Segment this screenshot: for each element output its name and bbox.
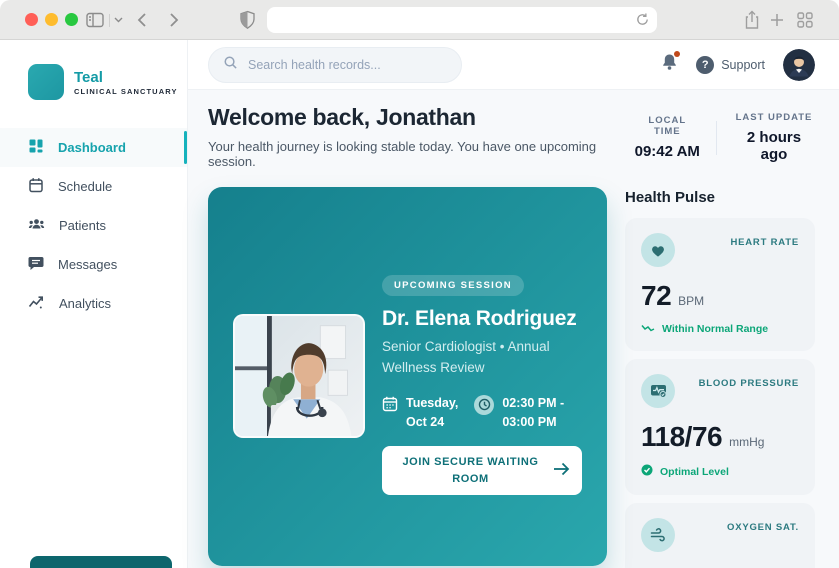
browser-chrome bbox=[0, 0, 839, 40]
trend-icon bbox=[641, 323, 655, 335]
session-date: Tuesday, Oct 24 bbox=[382, 394, 458, 432]
sidebar-item-label: Schedule bbox=[58, 179, 113, 194]
start-consultation-button[interactable]: Start Consultation bbox=[30, 556, 172, 568]
back-button[interactable] bbox=[137, 12, 147, 28]
logo-subtitle: CLINICAL SANCTUARY bbox=[74, 86, 178, 96]
sidebar-item-analytics[interactable]: Analytics bbox=[0, 284, 187, 323]
app-logo: Teal CLINICAL SANCTUARY bbox=[0, 40, 187, 104]
health-pulse-title: Health Pulse bbox=[625, 189, 716, 206]
join-waiting-room-button[interactable]: JOIN SECURE WAITING ROOM bbox=[382, 446, 582, 496]
share-icon[interactable] bbox=[744, 10, 760, 30]
search-icon bbox=[223, 55, 238, 75]
sidebar-item-schedule[interactable]: Schedule bbox=[0, 167, 187, 206]
sidebar-item-patients[interactable]: Patients bbox=[0, 206, 187, 245]
session-time-text: 02:30 PM -03:00 PM bbox=[502, 395, 565, 429]
shield-icon[interactable] bbox=[239, 10, 256, 30]
heart-icon bbox=[641, 233, 675, 267]
notification-dot bbox=[674, 51, 681, 57]
metric-unit: mmHg bbox=[729, 435, 765, 449]
sidebar-item-label: Messages bbox=[58, 257, 118, 272]
sidebar-nav: Dashboard Schedule Patients Messages Ana… bbox=[0, 128, 187, 323]
message-icon bbox=[28, 255, 44, 274]
question-icon: ? bbox=[696, 55, 715, 74]
forward-button[interactable] bbox=[169, 12, 179, 28]
metric-value: 72 bbox=[641, 280, 672, 311]
arrow-right-icon bbox=[553, 462, 570, 479]
health-pulse-panel: Health Pulse HEART RATE 72 BPM Within No… bbox=[625, 187, 815, 568]
browser-window: SHRIN Teal CLINICAL SANCTUARY Dashboard … bbox=[0, 0, 839, 568]
chrome-divider bbox=[109, 14, 110, 27]
metric-status-text: Optimal Level bbox=[660, 465, 729, 478]
oxygen-saturation-card: OXYGEN SAT. 98 % bbox=[625, 503, 815, 568]
page-subtitle: Your health journey is looking stable to… bbox=[208, 139, 597, 169]
metric-label: OXYGEN SAT. bbox=[727, 522, 799, 533]
header-stats: LOCAL TIME 09:42 AM LAST UPDATE 2 hours … bbox=[635, 112, 815, 163]
metric-value: 118/76 bbox=[641, 421, 723, 452]
support-label: Support bbox=[721, 57, 765, 72]
notifications-button[interactable] bbox=[661, 51, 681, 76]
join-button-label: JOIN SECURE WAITING ROOM bbox=[402, 456, 539, 485]
topbar: ? Support bbox=[188, 40, 839, 90]
stat-value: 2 hours ago bbox=[746, 129, 802, 163]
zoom-window-button[interactable] bbox=[65, 13, 78, 26]
metric-label: HEART RATE bbox=[730, 237, 799, 248]
page-title: Welcome back, Jonathan bbox=[208, 104, 476, 130]
local-time-stat: LOCAL TIME 09:42 AM bbox=[635, 115, 700, 160]
user-avatar[interactable] bbox=[783, 48, 815, 81]
reload-icon[interactable] bbox=[635, 12, 650, 32]
doctor-role: Senior Cardiologist • Annual Wellness Re… bbox=[382, 339, 550, 375]
session-meta: Tuesday, Oct 24 02:30 PM -03:00 PM bbox=[382, 394, 590, 432]
session-date-text: Tuesday, Oct 24 bbox=[406, 395, 459, 429]
upcoming-session-badge: UPCOMING SESSION bbox=[382, 275, 524, 296]
search-bar[interactable] bbox=[208, 46, 462, 83]
close-window-button[interactable] bbox=[25, 13, 38, 26]
sidebar-item-label: Patients bbox=[59, 218, 106, 233]
stat-value: 09:42 AM bbox=[634, 143, 700, 160]
session-time: 02:30 PM -03:00 PM bbox=[474, 394, 564, 432]
metric-status-text: Within Normal Range bbox=[662, 323, 769, 335]
sidebar: SHRIN Teal CLINICAL SANCTUARY Dashboard … bbox=[0, 40, 188, 568]
calendar-icon bbox=[28, 177, 44, 196]
logo-mark-icon bbox=[28, 64, 64, 100]
metric-status: Within Normal Range bbox=[641, 323, 799, 335]
calendar-icon bbox=[382, 396, 398, 417]
stat-label: LOCAL TIME bbox=[648, 115, 687, 137]
new-tab-icon[interactable] bbox=[770, 13, 784, 27]
search-input[interactable] bbox=[248, 57, 447, 72]
check-circle-icon bbox=[641, 464, 653, 479]
stats-divider bbox=[716, 120, 717, 155]
heart-rate-card: HEART RATE 72 BPM Within Normal Range bbox=[625, 218, 815, 351]
blood-pressure-card: BLOOD PRESSURE 118/76 mmHg Optimal Level bbox=[625, 359, 815, 495]
stat-label: LAST UPDATE bbox=[735, 112, 813, 123]
doctor-name: Dr. Elena Rodriguez bbox=[382, 307, 577, 330]
dashboard-grid-icon bbox=[28, 138, 44, 157]
wind-icon bbox=[641, 518, 675, 552]
url-bar[interactable] bbox=[267, 7, 657, 33]
metric-label: BLOOD PRESSURE bbox=[698, 378, 799, 389]
doctor-photo bbox=[233, 314, 365, 438]
metric-unit: BPM bbox=[678, 294, 705, 308]
sidebar-item-dashboard[interactable]: Dashboard bbox=[0, 128, 187, 167]
sidebar-toggle-icon[interactable] bbox=[86, 12, 104, 28]
sidebar-item-messages[interactable]: Messages bbox=[0, 245, 187, 284]
blood-pressure-monitor-icon bbox=[641, 374, 675, 408]
sidebar-item-label: Analytics bbox=[59, 296, 112, 311]
logo-title: Teal bbox=[74, 68, 103, 86]
metric-status: Optimal Level bbox=[641, 464, 799, 479]
analytics-icon bbox=[28, 294, 45, 313]
upcoming-session-card: UPCOMING SESSION Dr. Elena Rodriguez Sen… bbox=[208, 187, 607, 566]
chevron-down-icon[interactable] bbox=[114, 17, 123, 23]
minimize-window-button[interactable] bbox=[45, 13, 58, 26]
support-button[interactable]: ? Support bbox=[696, 55, 765, 74]
clock-icon bbox=[474, 394, 495, 415]
tab-overview-icon[interactable] bbox=[797, 12, 813, 28]
sidebar-item-label: Dashboard bbox=[58, 140, 126, 155]
patients-icon bbox=[28, 216, 45, 235]
last-update-stat: LAST UPDATE 2 hours ago bbox=[733, 112, 815, 163]
